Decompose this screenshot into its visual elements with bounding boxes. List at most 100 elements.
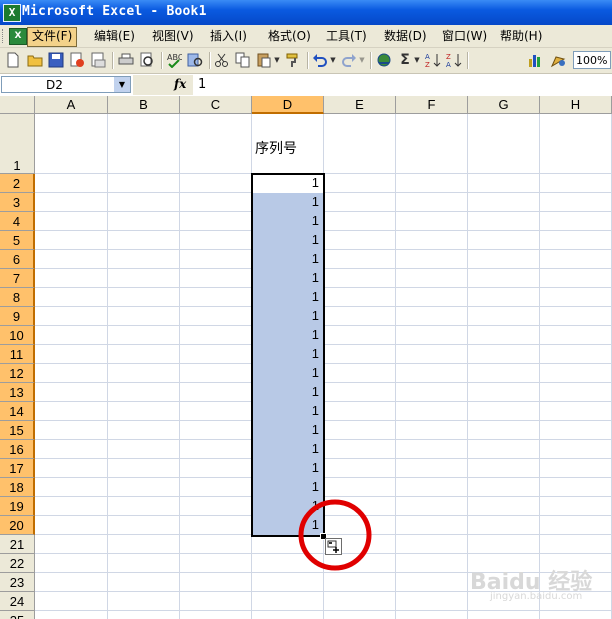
toolbar-separator: [370, 52, 372, 69]
svg-text:ABC: ABC: [167, 53, 182, 62]
gridline: [107, 114, 108, 619]
menu-view[interactable]: 视图(V): [148, 27, 198, 45]
row-header-16[interactable]: 16: [0, 440, 35, 459]
row-header-24[interactable]: 24: [0, 592, 35, 611]
menu-insert[interactable]: 插入(I): [206, 27, 251, 45]
autosum-dropdown-icon[interactable]: ▼: [413, 52, 421, 68]
new-icon[interactable]: [5, 52, 21, 68]
menu-tools[interactable]: 工具(T): [322, 27, 371, 45]
row-header-20[interactable]: 20: [0, 516, 35, 535]
cut-icon[interactable]: [214, 52, 230, 68]
sort-descending-icon[interactable]: ZA: [446, 52, 462, 69]
paste-icon[interactable]: [256, 52, 272, 68]
menu-file[interactable]: 文件(F): [27, 27, 78, 47]
row-header-21[interactable]: 21: [0, 535, 35, 554]
row-header-15[interactable]: 15: [0, 421, 35, 440]
column-header-d[interactable]: D: [252, 96, 324, 114]
row-header-6[interactable]: 6: [0, 250, 35, 269]
watermark-url: jingyan.baidu.com: [490, 591, 583, 602]
column-header-c[interactable]: C: [180, 96, 252, 114]
menu-format[interactable]: 格式(O): [264, 27, 315, 45]
cell-d1-header[interactable]: 序列号: [255, 138, 297, 158]
insert-function-icon[interactable]: fx: [174, 77, 186, 91]
save-icon[interactable]: [48, 52, 64, 68]
drawing-icon[interactable]: [550, 52, 566, 68]
undo-icon[interactable]: [312, 52, 328, 68]
annotation-circle: [298, 499, 372, 571]
menu-window[interactable]: 窗口(W): [438, 27, 491, 45]
select-all-corner[interactable]: [0, 96, 35, 114]
svg-text:A: A: [446, 61, 451, 68]
row-header-12[interactable]: 12: [0, 364, 35, 383]
toolbar-separator: [209, 52, 211, 69]
column-header-f[interactable]: F: [396, 96, 468, 114]
svg-text:A: A: [425, 53, 430, 61]
row-header-7[interactable]: 7: [0, 269, 35, 288]
row-header-10[interactable]: 10: [0, 326, 35, 345]
row-header-13[interactable]: 13: [0, 383, 35, 402]
gridline: [539, 114, 540, 619]
spelling-icon[interactable]: ABC: [166, 52, 184, 69]
row-header-2[interactable]: 2: [0, 174, 35, 193]
email-icon[interactable]: [90, 52, 106, 68]
row-header-11[interactable]: 11: [0, 345, 35, 364]
autosum-icon[interactable]: Σ: [397, 52, 413, 68]
svg-text:Z: Z: [425, 61, 430, 68]
redo-icon[interactable]: [341, 52, 357, 68]
workbook-icon[interactable]: X: [9, 28, 27, 45]
selection-border: [251, 173, 325, 537]
redo-dropdown-icon[interactable]: ▼: [358, 52, 366, 68]
name-box[interactable]: D2 ▼: [1, 76, 131, 93]
row-header-25[interactable]: 25: [0, 611, 35, 619]
row-header-18[interactable]: 18: [0, 478, 35, 497]
row-header-5[interactable]: 5: [0, 231, 35, 250]
name-box-dropdown-icon[interactable]: ▼: [114, 77, 130, 92]
print-preview-icon[interactable]: [139, 52, 155, 68]
worksheet-grid[interactable]: A B C D E F G H 1 2 3 4 5 6 7 8 9 10 11 …: [0, 96, 612, 619]
svg-text:Z: Z: [446, 53, 451, 61]
column-header-h[interactable]: H: [540, 96, 612, 114]
title-bar: X Microsoft Excel - Book1: [0, 0, 612, 25]
format-painter-icon[interactable]: [285, 52, 301, 68]
menu-edit[interactable]: 编辑(E): [90, 27, 139, 45]
row-header-23[interactable]: 23: [0, 573, 35, 592]
standard-toolbar: ABC ▼ ▼ ▼ Σ ▼ AZ ZA 100%: [0, 48, 612, 74]
formula-bar: D2 ▼ fx 1: [0, 74, 612, 97]
row-header-22[interactable]: 22: [0, 554, 35, 573]
row-header-9[interactable]: 9: [0, 307, 35, 326]
column-header-e[interactable]: E: [324, 96, 396, 114]
row-header-17[interactable]: 17: [0, 459, 35, 478]
paste-options-dropdown-icon[interactable]: ▼: [273, 52, 281, 68]
excel-app-icon[interactable]: X: [3, 4, 21, 22]
undo-dropdown-icon[interactable]: ▼: [329, 52, 337, 68]
row-header-4[interactable]: 4: [0, 212, 35, 231]
copy-icon[interactable]: [235, 52, 251, 68]
hyperlink-icon[interactable]: [376, 52, 392, 68]
name-box-value: D2: [46, 78, 63, 92]
chart-wizard-icon[interactable]: [527, 52, 543, 68]
formula-input[interactable]: 1: [198, 77, 206, 92]
column-header-a[interactable]: A: [35, 96, 108, 114]
print-icon[interactable]: [118, 52, 134, 68]
gridline: [179, 114, 180, 619]
column-header-g[interactable]: G: [468, 96, 540, 114]
permission-icon[interactable]: [69, 52, 85, 68]
menu-help[interactable]: 帮助(H): [496, 27, 546, 45]
open-icon[interactable]: [27, 52, 43, 68]
gridline: [395, 114, 396, 619]
research-icon[interactable]: [187, 52, 203, 68]
toolbar-separator: [161, 52, 163, 69]
zoom-select[interactable]: 100%: [573, 51, 611, 69]
row-header-3[interactable]: 3: [0, 193, 35, 212]
row-header-14[interactable]: 14: [0, 402, 35, 421]
window-title: Microsoft Excel - Book1: [22, 4, 207, 19]
row-header-1[interactable]: 1: [0, 114, 35, 174]
menu-data[interactable]: 数据(D): [380, 27, 431, 45]
toolbar-separator: [467, 52, 469, 69]
column-header-b[interactable]: B: [108, 96, 180, 114]
row-header-19[interactable]: 19: [0, 497, 35, 516]
menu-bar: X 文件(F) 编辑(E) 视图(V) 插入(I) 格式(O) 工具(T) 数据…: [0, 25, 612, 48]
row-header-8[interactable]: 8: [0, 288, 35, 307]
menu-grip-handle[interactable]: [2, 29, 6, 43]
sort-ascending-icon[interactable]: AZ: [425, 52, 441, 69]
